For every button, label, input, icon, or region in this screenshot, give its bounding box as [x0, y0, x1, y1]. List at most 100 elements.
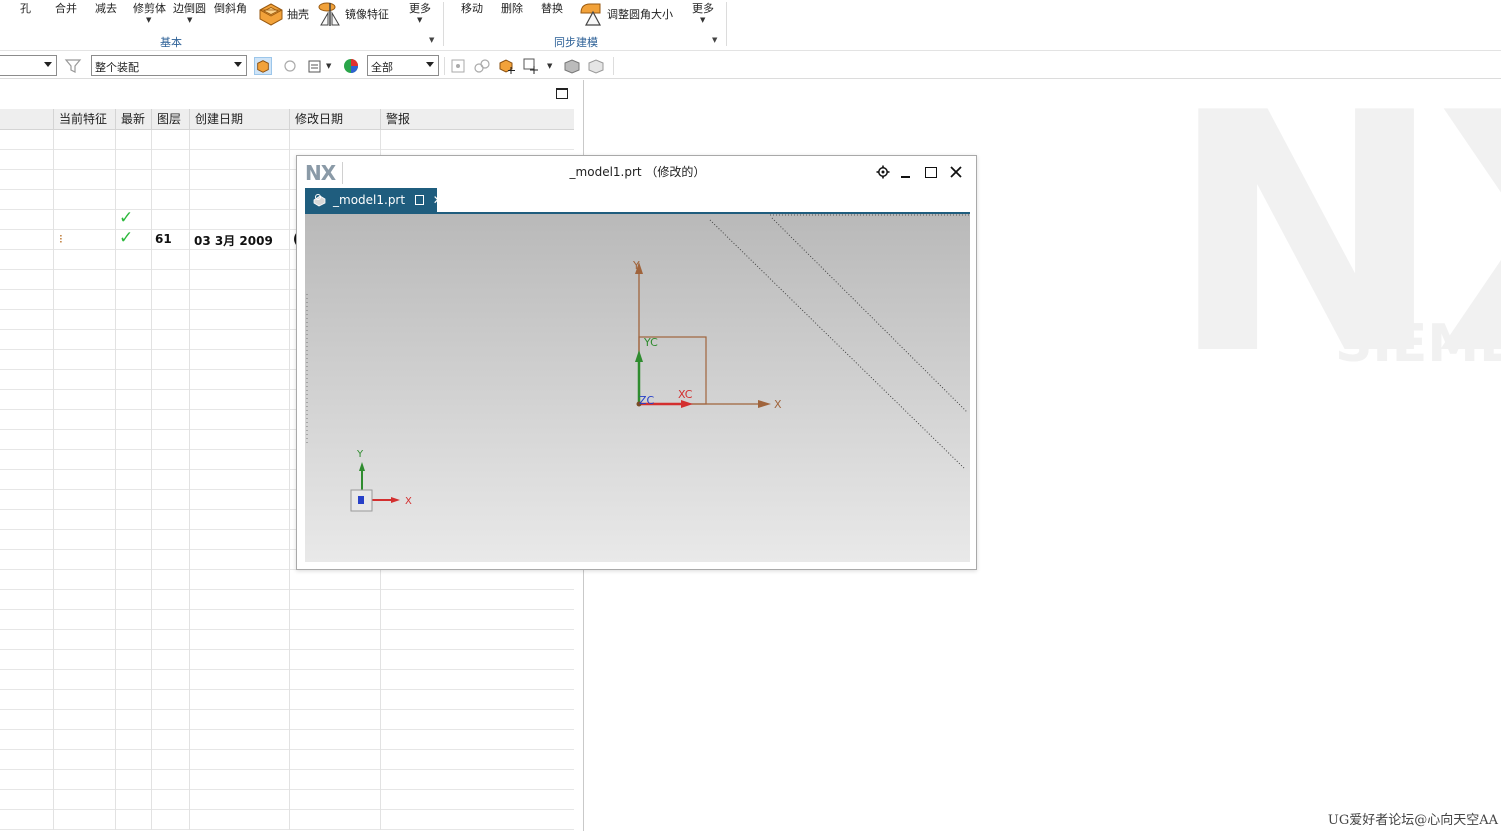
table-row[interactable]: [0, 590, 574, 610]
move-component-dropdown-icon[interactable]: ▼: [547, 62, 552, 70]
selection-list-icon[interactable]: [306, 57, 324, 75]
toolbar-divider: [613, 57, 614, 75]
unite-button[interactable]: 合并: [55, 0, 77, 16]
part-window[interactable]: NX _model1.prt （修改的） _model1.prt ✕ Y X Y…: [296, 155, 977, 570]
select-feature-icon[interactable]: [281, 57, 299, 75]
mirror-feature-button[interactable]: 镜像特征: [345, 6, 389, 22]
tab-model1[interactable]: _model1.prt ✕: [305, 188, 443, 212]
resize-blend-button[interactable]: 调整圆角大小: [607, 6, 673, 22]
group-label-basic: 基本: [160, 36, 182, 49]
part-file-icon: [313, 194, 326, 207]
xc-axis-label: XC: [678, 388, 693, 401]
table-row[interactable]: [0, 670, 574, 690]
viewport-canvas[interactable]: Y X YC XC ZC Y X: [305, 214, 970, 562]
table-row[interactable]: [0, 790, 574, 810]
edge-blend-dropdown-icon[interactable]: ▼: [187, 16, 192, 24]
basic-group-expand-icon[interactable]: ▼: [429, 36, 434, 44]
mini-x-axis-arrow: [391, 497, 400, 503]
nx-application: 孔 合并 减去 修剪体 ▼ 边倒圆 ▼ 倒斜角 抽壳 镜像特征 更多 ▼ 基本 …: [0, 0, 1501, 831]
zc-axis-label: ZC: [639, 394, 655, 407]
more-sync-button[interactable]: 更多: [692, 0, 714, 16]
close-tab-icon[interactable]: ✕: [433, 193, 443, 207]
type-filter-combo[interactable]: [0, 55, 57, 76]
minimize-icon[interactable]: [901, 176, 910, 178]
subtract-button[interactable]: 减去: [95, 0, 117, 16]
table-row[interactable]: [0, 650, 574, 670]
delete-button[interactable]: 删除: [501, 0, 523, 16]
hole-button[interactable]: 孔: [20, 0, 31, 16]
more-basic-button[interactable]: 更多: [409, 0, 431, 16]
created-date-cell: 03 3月 2009: [194, 234, 273, 248]
move-button[interactable]: 移动: [461, 0, 483, 16]
column-created-date[interactable]: 创建日期: [189, 109, 289, 129]
table-row[interactable]: [0, 750, 574, 770]
chamfer-button[interactable]: 倒斜角: [214, 0, 247, 16]
replace-button[interactable]: 替换: [541, 0, 563, 16]
table-row[interactable]: [0, 130, 574, 150]
selection-list-dropdown-icon[interactable]: ▼: [326, 62, 331, 70]
column-current-feature[interactable]: 当前特征: [53, 109, 115, 129]
navigator-table-header: 当前特征 最新 图层 创建日期 修改日期 警报: [0, 109, 574, 130]
layer-combo[interactable]: 全部: [367, 55, 439, 76]
mini-y-label: Y: [356, 449, 364, 460]
color-filter-icon[interactable]: [342, 57, 360, 75]
scope-combo[interactable]: 整个装配: [91, 55, 247, 76]
mini-z-axis-icon: [358, 496, 364, 504]
maximize-icon[interactable]: [925, 167, 937, 178]
shell-button[interactable]: 抽壳: [287, 6, 309, 22]
filter-icon[interactable]: [64, 57, 82, 75]
yc-axis-arrow: [635, 350, 643, 362]
xc-axis-arrow: [681, 400, 693, 408]
table-row[interactable]: [0, 710, 574, 730]
resize-blend-icon[interactable]: [578, 1, 604, 27]
table-row[interactable]: [0, 730, 574, 750]
column-latest[interactable]: 最新: [115, 109, 151, 129]
yc-axis-label: YC: [643, 336, 658, 349]
close-icon[interactable]: [950, 166, 962, 178]
move-component-icon[interactable]: [522, 57, 540, 75]
x-axis-arrow: [758, 400, 771, 408]
trim-body-dropdown-icon[interactable]: ▼: [146, 16, 151, 24]
more-sync-dropdown-icon[interactable]: ▼: [700, 16, 705, 24]
table-row[interactable]: [0, 610, 574, 630]
toolbar-divider: [444, 57, 445, 75]
table-row[interactable]: [0, 630, 574, 650]
table-row[interactable]: [0, 810, 574, 830]
column-layer[interactable]: 图层: [151, 109, 189, 129]
edge-line: [709, 219, 966, 470]
tab-label: _model1.prt: [333, 193, 406, 207]
trim-body-button[interactable]: 修剪体: [133, 0, 166, 16]
snap-point-icon[interactable]: [449, 57, 467, 75]
edge-line: [771, 217, 968, 413]
column-modified-date[interactable]: 修改日期: [289, 109, 380, 129]
link-icon[interactable]: [473, 57, 491, 75]
table-row[interactable]: [0, 570, 574, 590]
group-label-sync-modeling: 同步建模: [554, 36, 598, 49]
column-alerts[interactable]: 警报: [380, 109, 574, 129]
popout-icon[interactable]: [414, 195, 424, 205]
shell-icon[interactable]: [258, 1, 284, 27]
maximize-panel-icon[interactable]: [556, 88, 568, 99]
layer-cell: 61: [155, 232, 172, 246]
latest-check-icon: ✓: [119, 208, 134, 228]
gear-icon[interactable]: [876, 165, 890, 179]
3d-viewport[interactable]: Y X YC XC ZC Y X: [305, 214, 970, 562]
select-body-icon[interactable]: [254, 57, 272, 75]
table-row[interactable]: [0, 690, 574, 710]
shaded-view-icon[interactable]: [563, 57, 581, 75]
mini-y-axis-arrow: [359, 462, 365, 471]
sync-group-expand-icon[interactable]: ▼: [712, 36, 717, 44]
x-axis-label: X: [774, 398, 782, 411]
latest-check-icon: ✓: [119, 228, 134, 248]
table-row[interactable]: [0, 770, 574, 790]
add-component-icon[interactable]: [498, 57, 516, 75]
more-basic-dropdown-icon[interactable]: ▼: [417, 16, 422, 24]
siemens-watermark: SIEMENS: [1335, 314, 1501, 374]
mirror-feature-icon[interactable]: [317, 1, 343, 27]
current-feature-marker: ⁝: [59, 232, 63, 246]
forum-watermark: UG爱好者论坛@心向天空AA: [1327, 813, 1498, 828]
edge-blend-button[interactable]: 边倒圆: [173, 0, 206, 16]
wireframe-view-icon[interactable]: [587, 57, 605, 75]
y-axis-label: Y: [632, 259, 640, 272]
ribbon-group-divider: [726, 2, 727, 46]
